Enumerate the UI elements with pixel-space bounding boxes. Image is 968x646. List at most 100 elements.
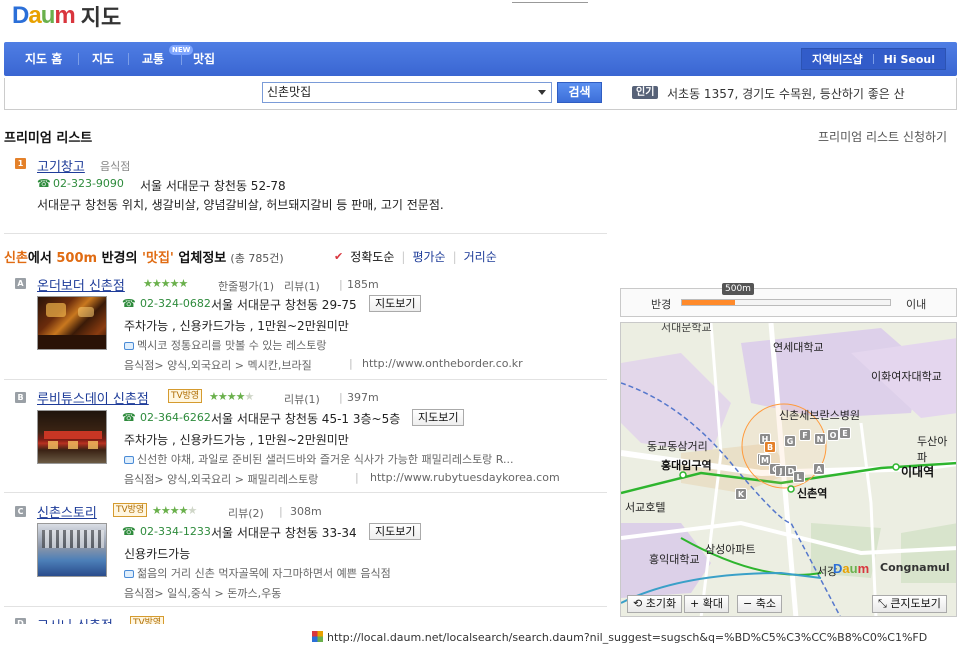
map-label: 신촌세브란스병원 bbox=[779, 409, 860, 422]
map-view-button[interactable]: 지도보기 bbox=[412, 409, 465, 426]
radius-label: 반경 bbox=[651, 298, 672, 311]
map-marker-b[interactable]: B bbox=[764, 441, 776, 453]
premium-apply-link[interactable]: 프리미엄 리스트 신청하기 bbox=[818, 128, 947, 145]
premium-item-desc: 서대문구 창천동 위치, 생갈비살, 양념갈비살, 허브돼지갈비 등 판매, 고… bbox=[37, 198, 444, 212]
popular-keywords[interactable]: 서초동 1357, 경기도 수목원, 등산하기 좋은 산 bbox=[667, 85, 905, 102]
chevron-down-icon[interactable] bbox=[538, 90, 546, 95]
result-phone: 02-324-0682 bbox=[140, 297, 211, 310]
nav-map-home[interactable]: 지도 홈 bbox=[25, 42, 62, 76]
restaurant-photo[interactable] bbox=[37, 410, 107, 464]
result-review[interactable]: 리뷰(2) bbox=[228, 505, 264, 521]
divider bbox=[4, 379, 607, 380]
map-label: 동교동삼거리 bbox=[647, 440, 708, 453]
map-marker-f[interactable]: F bbox=[799, 429, 811, 441]
divider bbox=[4, 492, 607, 493]
nav-separator bbox=[78, 53, 79, 65]
page-icon bbox=[312, 631, 323, 642]
result-name[interactable]: 고시나 신촌점 bbox=[37, 615, 113, 624]
radius-slider-track[interactable] bbox=[681, 299, 891, 306]
map-marker-e[interactable]: E bbox=[839, 427, 851, 439]
result-distance: 397m bbox=[347, 391, 379, 404]
page-title: 지도 bbox=[80, 6, 122, 31]
restaurant-photo[interactable] bbox=[37, 296, 107, 350]
result-name[interactable]: 루비튜스데이 신촌점 bbox=[37, 388, 149, 407]
premium-title: 프리미엄 리스트 bbox=[4, 131, 93, 146]
phone-icon: ☎ bbox=[37, 177, 51, 190]
sort-options: ✔ 정확도순 | 평가순 | 거리순 bbox=[334, 248, 497, 265]
result-review[interactable]: 리뷰(1) bbox=[284, 278, 320, 294]
result-info: 주차가능 , 신용카드가능 , 1만원~2만원미만 bbox=[124, 319, 349, 333]
map-marker-a[interactable]: A bbox=[813, 463, 825, 475]
search-bar: 신촌맛집 검색 인기 서초동 1357, 경기도 수목원, 등산하기 좋은 산 bbox=[4, 78, 957, 110]
plus-icon: + bbox=[690, 597, 700, 610]
map-label-station: 홍대입구역 bbox=[661, 459, 712, 472]
nav-separator bbox=[872, 54, 874, 64]
result-url[interactable]: http://www.ontheborder.co.kr bbox=[362, 357, 523, 370]
refresh-icon: ⟲ bbox=[633, 597, 643, 610]
minus-icon: − bbox=[743, 597, 753, 610]
map-label-station: 이대역 bbox=[901, 465, 935, 479]
result-item-partial: D 고시나 신촌점 TV방영 bbox=[0, 612, 610, 624]
star-rating: ★★★★★ bbox=[143, 277, 188, 290]
map-label: 이화여자대학교 bbox=[871, 370, 942, 383]
top-divider bbox=[512, 0, 588, 3]
tv-badge: TV방영 bbox=[113, 503, 148, 517]
premium-number-badge: 1 bbox=[15, 158, 26, 169]
result-category: 음식점> 일식,중식 > 돈까스,우동 bbox=[124, 587, 282, 600]
result-name[interactable]: 온더보더 신촌점 bbox=[37, 275, 125, 294]
phone-icon: ☎ bbox=[122, 297, 136, 310]
nav-hi-seoul[interactable]: Hi Seoul bbox=[884, 53, 935, 66]
map-label: 홍익대학교 bbox=[649, 553, 700, 566]
map-marker-n[interactable]: N bbox=[814, 433, 826, 445]
nav-traffic[interactable]: 교통 bbox=[142, 42, 164, 76]
nav-right-links: 지역비즈샵 Hi Seoul bbox=[801, 48, 946, 70]
result-info: 주차가능 , 신용카드가능 , 1만원~2만원미만 bbox=[124, 433, 349, 447]
divider bbox=[4, 233, 607, 234]
result-address: 서울 서대문구 창천동 29-75 bbox=[211, 298, 357, 312]
map-zoom-out-button[interactable]: − 축소 bbox=[737, 595, 782, 613]
comment-icon bbox=[124, 456, 134, 464]
star-rating: ★★★★★ bbox=[152, 504, 197, 517]
map-marker-l[interactable]: L bbox=[793, 471, 805, 483]
map-marker-k[interactable]: K bbox=[735, 488, 747, 500]
result-address: 서울 서대문구 창천동 33-34 bbox=[211, 526, 357, 540]
result-number-badge: C bbox=[15, 506, 26, 517]
radius-slider-value[interactable]: 500m bbox=[722, 283, 754, 295]
result-category: 음식점> 양식,외국요리 > 멕시칸,브라질 bbox=[124, 359, 312, 372]
result-distance: 185m bbox=[347, 278, 379, 291]
sort-distance[interactable]: 거리순 bbox=[464, 248, 497, 265]
sort-accuracy[interactable]: 정확도순 bbox=[350, 248, 394, 265]
daum-logo[interactable]: Daum 지도 bbox=[12, 2, 122, 31]
map-zoom-in-button[interactable]: + 확대 bbox=[684, 595, 729, 613]
map-reset-button[interactable]: ⟲ 초기화 bbox=[627, 595, 683, 613]
map-view[interactable]: 서대문학교 연세대학교 이화여자대학교 신촌세브란스병원 두산아파 동교동삼거리… bbox=[620, 322, 957, 617]
map-large-view-button[interactable]: ⤡ 큰지도보기 bbox=[872, 595, 947, 613]
nav-biz-shop[interactable]: 지역비즈샵 bbox=[812, 51, 863, 67]
result-desc: 젊음의 거리 신촌 먹자골목에 자그마하면서 예쁜 음식점 bbox=[137, 567, 391, 580]
nav-separator bbox=[181, 53, 182, 65]
result-rating-label[interactable]: 한줄평가(1) bbox=[218, 278, 274, 294]
map-view-button[interactable]: 지도보기 bbox=[369, 523, 422, 540]
map-label: 삼성아파트 bbox=[705, 543, 756, 556]
restaurant-photo[interactable] bbox=[37, 523, 107, 577]
premium-item-name[interactable]: 고기창고 bbox=[37, 156, 85, 175]
comment-icon bbox=[124, 570, 134, 578]
divider bbox=[4, 606, 607, 607]
map-marker-g[interactable]: G bbox=[784, 435, 796, 447]
nav-restaurants[interactable]: 맛집 bbox=[193, 42, 215, 76]
map-view-button[interactable]: 지도보기 bbox=[369, 295, 422, 312]
search-button[interactable]: 검색 bbox=[557, 82, 602, 103]
result-review[interactable]: 리뷰(1) bbox=[284, 391, 320, 407]
main-nav: 지도 홈 지도 교통 NEW 맛집 지역비즈샵 Hi Seoul bbox=[4, 42, 957, 76]
result-desc: 멕시코 정통요리를 맛볼 수 있는 레스토랑 bbox=[137, 339, 327, 352]
nav-map[interactable]: 지도 bbox=[92, 42, 114, 76]
sort-rating[interactable]: 평가순 bbox=[412, 248, 445, 265]
result-desc: 신선한 야채, 과일로 준비된 샐러드바와 즐거운 식사가 가능한 패밀리레스토… bbox=[137, 453, 514, 466]
map-marker-o[interactable]: O bbox=[827, 429, 839, 441]
result-name[interactable]: 신촌스토리 bbox=[37, 502, 97, 521]
result-number-badge: D bbox=[15, 618, 26, 624]
map-label: 서대문학교 bbox=[661, 322, 712, 334]
comment-icon bbox=[124, 342, 134, 350]
result-url[interactable]: http://www.rubytuesdaykorea.com bbox=[370, 471, 560, 484]
search-input[interactable]: 신촌맛집 bbox=[262, 82, 552, 103]
